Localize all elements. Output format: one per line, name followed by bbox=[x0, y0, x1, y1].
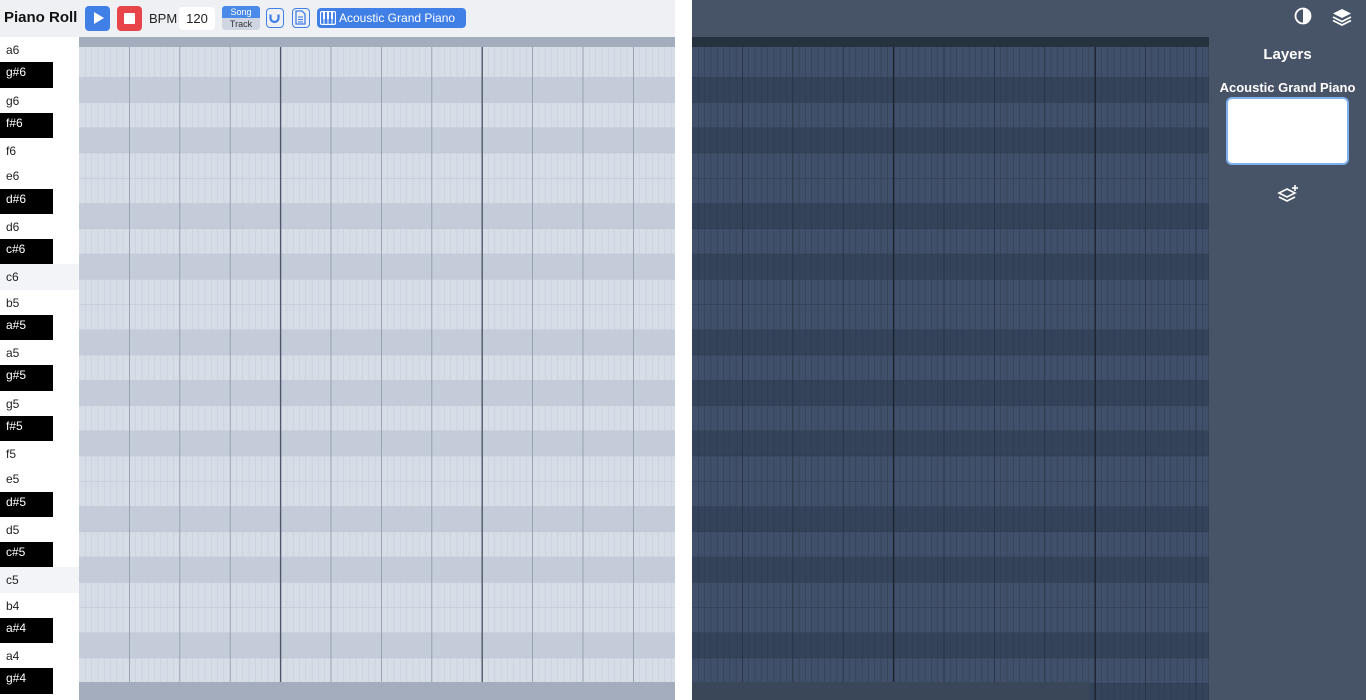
note-grid[interactable] bbox=[79, 37, 675, 700]
add-layer-icon[interactable] bbox=[1276, 183, 1300, 207]
piano-key[interactable]: g6 bbox=[0, 88, 79, 113]
overview-scrollbar[interactable] bbox=[692, 682, 1089, 700]
horizontal-scrollbar[interactable] bbox=[79, 682, 675, 700]
canvas-header bbox=[692, 0, 1209, 37]
play-icon bbox=[94, 12, 104, 24]
panel-divider[interactable] bbox=[675, 0, 692, 700]
key-label: a5 bbox=[6, 346, 20, 360]
piano-key[interactable]: g#4 bbox=[0, 668, 53, 694]
key-label: c#6 bbox=[6, 242, 26, 256]
piano-roll-panel: Piano Roll BPM 120 Song Track Acoustic G… bbox=[0, 0, 675, 700]
piano-key[interactable]: b4 bbox=[0, 593, 79, 618]
instrument-button[interactable]: Acoustic Grand Piano bbox=[317, 8, 466, 28]
bpm-input[interactable]: 120 bbox=[179, 7, 215, 30]
key-label: f5 bbox=[6, 447, 17, 461]
piano-icon bbox=[320, 11, 336, 25]
key-label: g#5 bbox=[6, 368, 27, 383]
key-label: b4 bbox=[6, 598, 20, 613]
piano-key[interactable]: f6 bbox=[0, 138, 79, 163]
piano-key[interactable]: f#6 bbox=[0, 112, 53, 138]
contrast-icon[interactable] bbox=[1294, 7, 1312, 25]
key-label: f6 bbox=[6, 144, 17, 158]
key-label: a4 bbox=[6, 649, 20, 663]
key-label: c5 bbox=[6, 573, 19, 588]
instrument-label: Acoustic Grand Piano bbox=[339, 11, 456, 25]
mode-track-option[interactable]: Track bbox=[222, 18, 260, 30]
key-label: e5 bbox=[6, 472, 20, 487]
piano-key[interactable]: e6 bbox=[0, 163, 79, 188]
piano-key[interactable]: d6 bbox=[0, 214, 79, 239]
piano-keys: a6 g#6 g6 f#6 f6 e6 d#6 d6 c#6 c6 b5 a#5 a5 g#5 g5 f#5 f… bbox=[0, 37, 79, 700]
key-label: g#4 bbox=[6, 671, 27, 686]
key-label: f#5 bbox=[6, 418, 23, 433]
file-icon bbox=[295, 10, 306, 25]
piano-key[interactable]: a#4 bbox=[0, 617, 53, 643]
piano-key[interactable]: a5 bbox=[0, 340, 79, 365]
layer-name: Acoustic Grand Piano bbox=[1219, 80, 1356, 95]
piano-key[interactable]: g#6 bbox=[0, 62, 53, 88]
piano-key[interactable]: c6 bbox=[0, 264, 79, 290]
piano-key[interactable]: c5 bbox=[0, 567, 79, 593]
piano-key[interactable]: f5 bbox=[0, 441, 79, 466]
key-label: d#6 bbox=[6, 191, 27, 206]
layer-thumbnail[interactable] bbox=[1226, 97, 1349, 165]
piano-key[interactable]: f#5 bbox=[0, 415, 53, 441]
bpm-label: BPM bbox=[149, 11, 178, 26]
key-label: c6 bbox=[6, 270, 19, 285]
key-label: a#4 bbox=[6, 620, 27, 635]
key-label: g6 bbox=[6, 93, 20, 108]
play-button[interactable] bbox=[85, 6, 110, 31]
mode-toggle[interactable]: Song Track bbox=[222, 6, 260, 30]
key-label: a#5 bbox=[6, 317, 27, 332]
key-label: b5 bbox=[6, 295, 20, 310]
layers-icon[interactable] bbox=[1331, 6, 1353, 28]
stop-button[interactable] bbox=[117, 6, 142, 31]
piano-key[interactable]: e5 bbox=[0, 466, 79, 491]
key-label: a6 bbox=[6, 43, 20, 57]
piano-key[interactable]: c#5 bbox=[0, 542, 53, 568]
stop-icon bbox=[124, 13, 135, 24]
snap-button[interactable] bbox=[266, 8, 284, 28]
app-title: Piano Roll bbox=[4, 9, 78, 26]
key-label: e6 bbox=[6, 169, 20, 184]
piano-key[interactable]: d#5 bbox=[0, 491, 53, 517]
piano-key[interactable]: d5 bbox=[0, 517, 79, 542]
mode-song-option[interactable]: Song bbox=[222, 6, 260, 18]
key-label: d#5 bbox=[6, 494, 27, 509]
toolbar: Piano Roll BPM 120 Song Track Acoustic G… bbox=[0, 0, 675, 37]
piano-key[interactable]: g5 bbox=[0, 391, 79, 416]
key-label: f#6 bbox=[6, 115, 23, 130]
piano-key[interactable]: c#6 bbox=[0, 239, 53, 265]
key-label: g#6 bbox=[6, 65, 27, 80]
piano-key[interactable]: b5 bbox=[0, 290, 79, 315]
key-label: d5 bbox=[6, 522, 20, 537]
layers-heading: Layers bbox=[1263, 46, 1312, 63]
piano-key[interactable]: a6 bbox=[0, 37, 79, 62]
piano-key[interactable]: d#6 bbox=[0, 188, 53, 214]
overview-grid[interactable] bbox=[692, 37, 1209, 700]
piano-key[interactable]: g#5 bbox=[0, 365, 53, 391]
piano-key[interactable]: a#5 bbox=[0, 314, 53, 340]
key-label: g5 bbox=[6, 396, 20, 411]
file-button[interactable] bbox=[292, 8, 310, 28]
key-label: d6 bbox=[6, 219, 20, 234]
key-label: c#5 bbox=[6, 545, 26, 559]
piano-key[interactable]: a4 bbox=[0, 643, 79, 668]
magnet-icon bbox=[269, 12, 280, 24]
